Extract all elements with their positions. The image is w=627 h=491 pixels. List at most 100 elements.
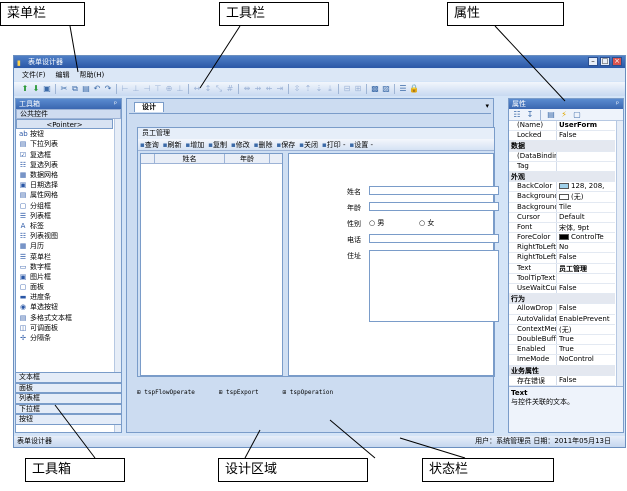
align-center-icon[interactable]: ⊥	[131, 84, 141, 94]
address-input[interactable]	[369, 250, 499, 322]
designed-form[interactable]: 员工管理 ▪查询 ▪刷新 ▪增加 ▪复制 ▪修改 ▪删除 ▪保存 ▪关闭 ▪打印 - ▪设置 - …	[137, 127, 499, 377]
vspace-remove-icon[interactable]: ⤓	[325, 84, 335, 94]
property-value[interactable]: (无)	[557, 192, 615, 201]
form-tool-button[interactable]: ▪修改	[231, 140, 250, 150]
arrow-up-icon[interactable]: ⬆	[20, 84, 30, 94]
lock-icon[interactable]: 🔒	[409, 84, 419, 94]
align-bottom-icon[interactable]: ⊥	[175, 84, 185, 94]
property-value[interactable]: True	[557, 335, 615, 344]
property-value[interactable]: UserForm	[557, 121, 615, 130]
toolbox-item[interactable]: ☷ 列表视图	[16, 231, 113, 241]
menu-help[interactable]: 帮助(H)	[80, 69, 105, 81]
property-row[interactable]: (DataBindin	[509, 151, 615, 162]
toolbox-item[interactable]: ▬ 进度条	[16, 292, 113, 302]
vspace-decrease-icon[interactable]: ⇣	[314, 84, 324, 94]
property-value[interactable]: Tile	[557, 203, 615, 212]
property-value[interactable]: NoControl	[557, 355, 615, 364]
vspace-increase-icon[interactable]: ⇡	[303, 84, 313, 94]
toolbox-item[interactable]: ▦ 月历	[16, 241, 113, 251]
copy-icon[interactable]: ⧉	[70, 84, 80, 94]
tray-component[interactable]: ⊞ tspExport	[219, 389, 259, 396]
dropdown-arrow-icon[interactable]: ▾	[485, 102, 489, 110]
paste-icon[interactable]: ▤	[81, 84, 91, 94]
property-value[interactable]: Default	[557, 213, 615, 222]
property-row[interactable]: BackgroundI (无)	[509, 192, 615, 203]
align-top-icon[interactable]: ⊤	[153, 84, 163, 94]
property-row[interactable]: Locked False	[509, 131, 615, 142]
align-middle-icon[interactable]: ⊕	[164, 84, 174, 94]
toolbox-item[interactable]: ◫ 可调面板	[16, 323, 113, 333]
toolbox-item[interactable]: ◉ 单选按钮	[16, 302, 113, 312]
cut-icon[interactable]: ✂	[59, 84, 69, 94]
property-category[interactable]: 业务属性	[509, 365, 615, 376]
toolbox-tab[interactable]: 面板	[15, 382, 122, 393]
property-value[interactable]: False	[557, 284, 615, 293]
hspace-equal-icon[interactable]: ⇹	[242, 84, 252, 94]
toolbox-item[interactable]: ▢ 面板	[16, 282, 113, 292]
property-value[interactable]	[557, 152, 615, 161]
property-value[interactable]: EnablePrevent	[557, 315, 615, 324]
form-tool-button[interactable]: ▪复制	[208, 140, 227, 150]
toolbox-item[interactable]: ▣ 日期选择	[16, 180, 113, 190]
property-value[interactable]: No	[557, 243, 615, 252]
grid-icon[interactable]: #	[225, 84, 235, 94]
toolbox-tab[interactable]: 按钮	[15, 414, 122, 425]
center-vertical-icon[interactable]: ⊞	[353, 84, 363, 94]
minimize-button[interactable]: –	[588, 57, 598, 66]
form-tool-button[interactable]: ▪保存	[277, 140, 296, 150]
property-value[interactable]: False	[557, 253, 615, 262]
toolbox-tab[interactable]: 下拉框	[15, 403, 122, 414]
property-value[interactable]: (无)	[557, 325, 615, 334]
form-tool-button[interactable]: ▪设置 -	[350, 140, 374, 150]
toolbox-item[interactable]: ▢ 分组框	[16, 201, 113, 211]
property-row[interactable]: UseWaitCurs False	[509, 284, 615, 295]
toolbox-item-pointer[interactable]: <Pointer>	[16, 119, 113, 130]
toolbox-item[interactable]: ☑ 复选框	[16, 150, 113, 160]
hspace-remove-icon[interactable]: ⇥	[275, 84, 285, 94]
form-tool-button[interactable]: ▪关闭	[299, 140, 318, 150]
close-button[interactable]: ×	[612, 57, 622, 66]
tab-design[interactable]: 设计	[134, 102, 164, 112]
same-width-icon[interactable]: ↔	[192, 84, 202, 94]
property-category[interactable]: 数据	[509, 141, 615, 152]
property-row[interactable]: RightToLeft No	[509, 243, 615, 254]
toolbox-item[interactable]: ▣ 图片框	[16, 272, 113, 282]
employee-grid[interactable]: 姓名 年龄	[140, 153, 283, 376]
toolbox-item[interactable]: ☰ 菜单栏	[16, 251, 113, 261]
tab-order-icon[interactable]: ☰	[398, 84, 408, 94]
property-row[interactable]: Enabled True	[509, 345, 615, 356]
property-value[interactable]	[557, 162, 615, 171]
alphabetical-icon[interactable]: ↧	[525, 110, 535, 120]
toolbox-tab[interactable]: 列表框	[15, 393, 122, 404]
hspace-increase-icon[interactable]: ⇸	[253, 84, 263, 94]
maximize-button[interactable]: □	[600, 57, 610, 66]
vspace-equal-icon[interactable]: ⇳	[292, 84, 302, 94]
property-row[interactable]: Cursor Default	[509, 212, 615, 223]
property-row[interactable]: DoubleBuffe True	[509, 334, 615, 346]
name-input[interactable]	[369, 186, 499, 195]
toolbox-item[interactable]: A 标签	[16, 221, 113, 231]
toolbox-item[interactable]: ▦ 数据网格	[16, 170, 113, 180]
tray-component[interactable]: ⊞ tspFlowOperate	[137, 389, 195, 396]
property-row[interactable]: BackgroundI Tile	[509, 202, 615, 213]
toolbox-category[interactable]: 公共控件	[16, 109, 121, 119]
categorized-icon[interactable]: ☷	[512, 110, 522, 120]
property-row[interactable]: 存在错误 False	[509, 375, 615, 386]
grid-col-age[interactable]: 年龄	[225, 154, 270, 163]
property-value[interactable]: False	[557, 376, 615, 385]
toolbox-item[interactable]: ab 按钮	[16, 129, 113, 139]
toolbox-item[interactable]: ✢ 分隔条	[16, 333, 113, 343]
property-row[interactable]: Text 员工管理	[509, 263, 615, 274]
bring-front-icon[interactable]: ▩	[370, 84, 380, 94]
events-icon[interactable]: ⚡	[559, 110, 569, 120]
properties-icon[interactable]: ▤	[546, 110, 556, 120]
toolbox-item[interactable]: ▤ 多格式文本框	[16, 313, 113, 323]
property-row[interactable]: ImeMode NoControl	[509, 355, 615, 366]
toolbox-item[interactable]: ▭ 数字框	[16, 262, 113, 272]
menu-edit[interactable]: 编辑	[56, 69, 70, 81]
form-tool-button[interactable]: ▪打印 -	[322, 140, 346, 150]
grid-col-name[interactable]: 姓名	[155, 154, 225, 163]
property-row[interactable]: AutoValidat EnablePrevent	[509, 314, 615, 325]
toolbox-item[interactable]: ▤ 属性网格	[16, 190, 113, 200]
property-row[interactable]: Font 宋体, 9pt	[509, 222, 615, 234]
